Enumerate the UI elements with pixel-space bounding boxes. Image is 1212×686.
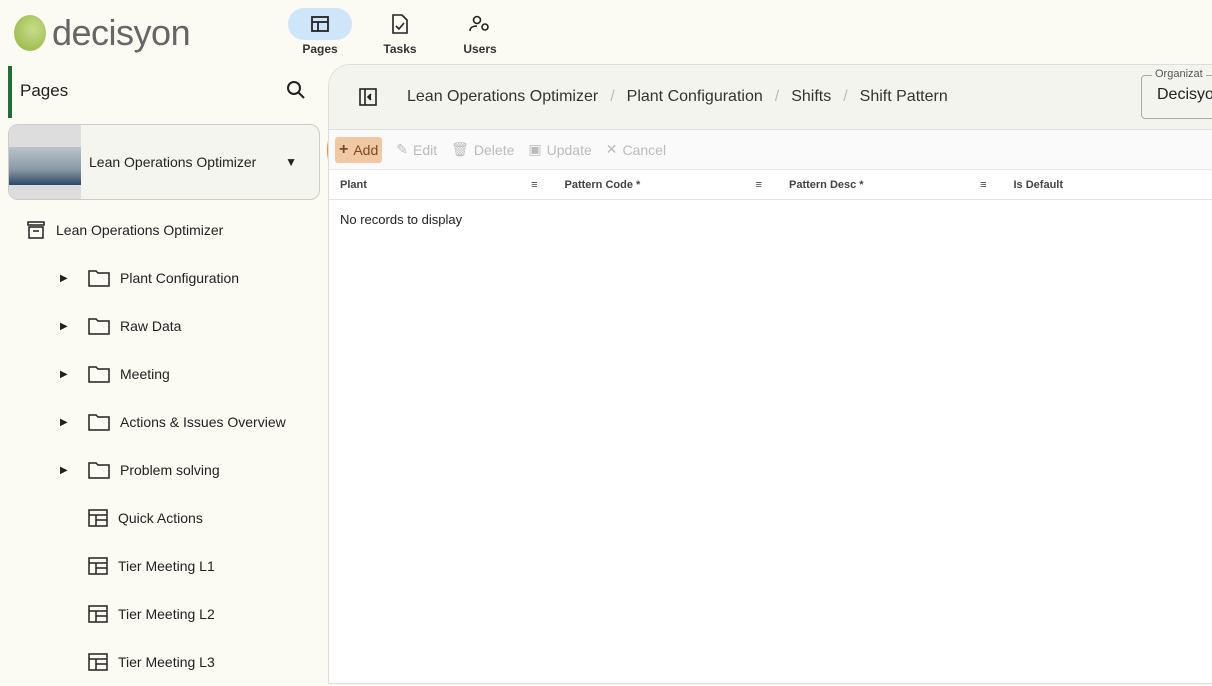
close-icon: ✕ [606,141,618,158]
nav-pages[interactable]: Pages [288,8,352,56]
page-tree: Lean Operations Optimizer ▶Plant Configu… [0,206,328,686]
search-icon[interactable] [286,80,306,100]
users-settings-icon [469,15,491,33]
empty-message: No records to display [329,200,1212,239]
organization-select[interactable]: OrganizatDecisyo [1141,75,1212,119]
save-icon: ▣ [528,141,541,158]
column-header[interactable]: Plant≡ [329,179,554,191]
update-button[interactable]: ▣Update [528,141,591,158]
breadcrumb-item[interactable]: Plant Configuration [627,88,763,106]
folder-icon [88,413,110,431]
cancel-button[interactable]: ✕Cancel [606,141,666,158]
tree-folder[interactable]: ▶Raw Data [0,302,328,350]
filter-icon[interactable]: ≡ [531,179,537,191]
column-header[interactable]: Pattern Code *≡ [554,179,779,191]
edit-button[interactable]: ✎Edit [396,141,437,158]
top-nav: Pages Tasks Users [288,8,512,56]
nav-tasks[interactable]: Tasks [368,8,432,56]
pages-icon [311,16,329,32]
tree-folder[interactable]: ▶Plant Configuration [0,254,328,302]
tree-page[interactable]: Tier Meeting L2 [0,590,328,638]
column-header[interactable]: Is Default [1003,179,1212,191]
folder-icon [88,461,110,479]
page-icon [88,557,108,575]
app-selector[interactable]: Lean Operations Optimizer▼ [8,124,320,200]
expand-arrow-icon[interactable]: ▶ [60,273,70,284]
grid-toolbar: +Add ✎Edit 🗑Delete ▣Update ✕Cancel [329,130,1212,170]
sidebar: Pages Lean Operations Optimizer▼ Lean Op… [0,64,328,677]
nav-users[interactable]: Users [448,8,512,56]
archive-icon [26,221,46,239]
folder-icon [88,269,110,287]
tree-folder[interactable]: ▶Meeting [0,350,328,398]
caret-down-icon: ▼ [285,155,297,169]
folder-icon [88,365,110,383]
sidebar-toggle-icon[interactable] [359,88,377,106]
tree-folder[interactable]: ▶Problem solving [0,446,328,494]
page-icon [88,509,108,527]
expand-arrow-icon[interactable]: ▶ [60,321,70,332]
sidebar-title: Pages [8,66,68,118]
app-thumbnail [9,124,81,200]
tree-page[interactable]: Tier Meeting L3 [0,638,328,686]
grid-header: Plant≡ Pattern Code *≡ Pattern Desc *≡ I… [329,170,1212,200]
page-icon [88,653,108,671]
plus-icon: + [339,141,348,159]
expand-arrow-icon[interactable]: ▶ [60,465,70,476]
trash-icon: 🗑 [451,141,469,158]
expand-arrow-icon[interactable]: ▶ [60,369,70,380]
column-header[interactable]: Pattern Desc *≡ [778,179,1003,191]
decisyon-logo: decisyon [14,12,190,54]
tree-folder[interactable]: ▶Actions & Issues Overview [0,398,328,446]
filter-icon[interactable]: ≡ [756,179,762,191]
page-header: Lean Operations Optimizer/ Plant Configu… [329,65,1212,130]
breadcrumb-item[interactable]: Shifts [791,88,831,106]
filter-icon[interactable]: ≡ [980,179,986,191]
folder-icon [88,317,110,335]
breadcrumb-item[interactable]: Lean Operations Optimizer [407,88,598,106]
add-button[interactable]: +Add [335,137,382,163]
expand-arrow-icon[interactable]: ▶ [60,417,70,428]
tree-root[interactable]: Lean Operations Optimizer [0,206,328,254]
tasks-icon [392,14,408,34]
breadcrumb-current: Shift Pattern [860,88,948,106]
main-panel: Lean Operations Optimizer/ Plant Configu… [328,64,1212,684]
tree-page[interactable]: Tier Meeting L1 [0,542,328,590]
pencil-icon: ✎ [396,141,408,158]
page-icon [88,605,108,623]
delete-button[interactable]: 🗑Delete [451,141,514,158]
tree-page[interactable]: Quick Actions [0,494,328,542]
